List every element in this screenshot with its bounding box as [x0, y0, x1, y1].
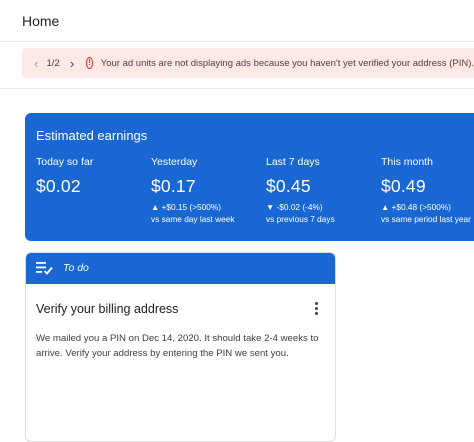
- earnings-title: Estimated earnings: [36, 128, 148, 143]
- metric-today[interactable]: Today so far $0.02: [36, 156, 151, 197]
- metric-value: $0.02: [36, 176, 81, 196]
- metric-label: Today so far: [36, 156, 94, 168]
- more-vert-icon[interactable]: [314, 302, 320, 318]
- metric-compare: vs same period last year: [381, 214, 471, 224]
- page-title: Home: [22, 13, 60, 29]
- alert-banner: ‹ 1/2 › ! Your ad units are not displayi…: [22, 48, 474, 78]
- metric-label: Yesterday: [151, 156, 198, 168]
- chevron-left-icon[interactable]: ‹: [34, 56, 39, 71]
- metric-compare: vs previous 7 days: [266, 214, 335, 224]
- metric-value: $0.49: [381, 176, 426, 196]
- metric-change: ▲ +$0.48 (>500%): [381, 202, 452, 212]
- alert-message[interactable]: Your ad units are not displaying ads bec…: [101, 58, 474, 69]
- todo-card: To do Verify your billing address We mai…: [25, 252, 336, 442]
- page-header: Home: [0, 0, 474, 42]
- alert-pager: 1/2: [46, 57, 60, 69]
- metric-change: ▲ +$0.15 (>500%): [151, 202, 222, 212]
- todo-item-title: Verify your billing address: [36, 302, 179, 316]
- todo-header: To do: [26, 253, 335, 284]
- metric-value: $0.45: [266, 176, 311, 196]
- metric-compare: vs same day last week: [151, 214, 235, 224]
- chevron-right-icon[interactable]: ›: [70, 56, 75, 71]
- section-divider: [0, 88, 474, 89]
- checklist-icon: [36, 262, 53, 275]
- todo-label: To do: [63, 262, 89, 274]
- metric-label: This month: [381, 156, 433, 168]
- metric-label: Last 7 days: [266, 156, 320, 168]
- error-icon: !: [86, 57, 93, 69]
- metric-change: ▼ -$0.02 (-4%): [266, 202, 323, 212]
- metric-this-month[interactable]: This month $0.49 ▲ +$0.48 (>500%) vs sam…: [381, 156, 474, 224]
- metric-yesterday[interactable]: Yesterday $0.17 ▲ +$0.15 (>500%) vs same…: [151, 156, 266, 224]
- metric-value: $0.17: [151, 176, 196, 196]
- todo-item-description: We mailed you a PIN on Dec 14, 2020. It …: [36, 333, 319, 359]
- estimated-earnings-card: Estimated earnings Today so far $0.02 Ye…: [25, 113, 474, 241]
- metric-last-7-days[interactable]: Last 7 days $0.45 ▼ -$0.02 (-4%) vs prev…: [266, 156, 381, 224]
